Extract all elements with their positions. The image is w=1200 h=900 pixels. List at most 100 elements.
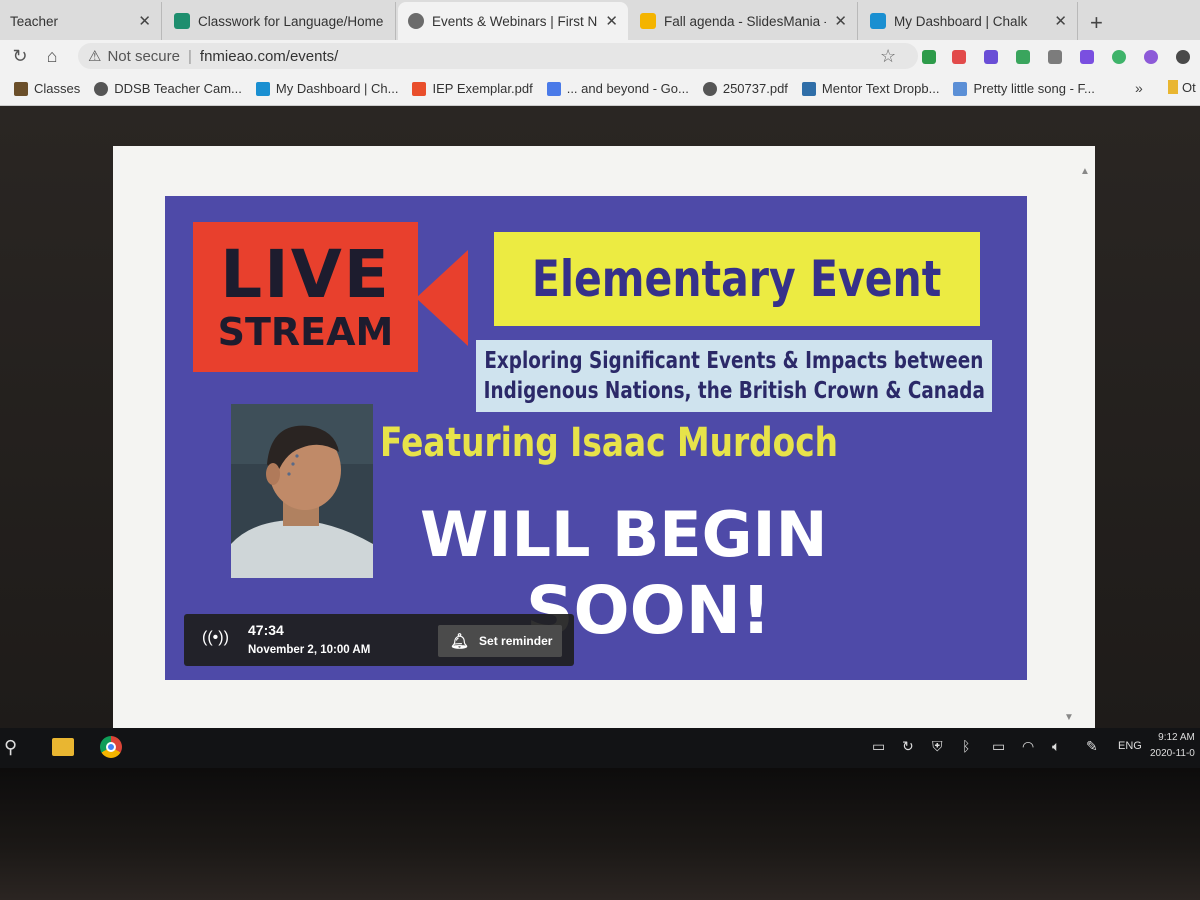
bell-icon: 🔔︎: [450, 633, 470, 650]
extension-icon[interactable]: [1144, 50, 1158, 64]
tab-events-webinars[interactable]: Events & Webinars | First Natio ✕: [398, 2, 628, 40]
bookmark-label: 250737.pdf: [722, 81, 788, 96]
bookmark-and-beyond[interactable]: ... and beyond - Go...: [546, 81, 689, 96]
separator: |: [188, 47, 192, 65]
search-icon[interactable]: ⚲: [4, 737, 17, 758]
bookmark-label: IEP Exemplar.pdf: [432, 81, 533, 96]
warning-icon[interactable]: ⚠: [88, 47, 101, 65]
bookmark-label: My Dashboard | Ch...: [275, 81, 399, 96]
site-icon: [953, 81, 968, 96]
set-reminder-label: Set reminder: [479, 634, 553, 648]
tab-label: My Dashboard | Chalk: [894, 13, 1028, 29]
bookmark-mentor-text[interactable]: Mentor Text Dropb...: [801, 81, 940, 96]
bookmark-dashboard[interactable]: My Dashboard | Ch...: [255, 81, 399, 96]
shield-icon[interactable]: ⛨: [932, 738, 943, 755]
file-explorer-icon[interactable]: [52, 738, 74, 756]
other-bookmarks[interactable]: Ot: [1168, 80, 1196, 95]
tab-my-dashboard[interactable]: My Dashboard | Chalk ✕: [860, 2, 1078, 40]
office-icon: [412, 81, 427, 96]
wifi-icon[interactable]: ◠: [1022, 738, 1034, 755]
scroll-down-icon[interactable]: ▼: [1064, 712, 1074, 723]
bookmark-pretty-little-song[interactable]: Pretty little song - F...: [953, 81, 1095, 96]
extension-icon[interactable]: [1080, 50, 1094, 64]
more-bookmarks-icon[interactable]: »: [1135, 80, 1143, 96]
url-text[interactable]: fnmieao.com/events/: [200, 48, 338, 65]
tab-label: Fall agenda - SlidesMania - Go: [664, 13, 826, 29]
close-icon[interactable]: ✕: [138, 12, 151, 30]
tray-app-icon[interactable]: ▭: [872, 738, 885, 755]
close-icon[interactable]: ✕: [605, 12, 618, 30]
chrome-icon[interactable]: [100, 736, 122, 758]
system-clock[interactable]: 9:12 AM 2020-11-0: [1150, 730, 1195, 762]
live-broadcast-icon: ((•)): [202, 629, 229, 646]
tab-label: Events & Webinars | First Natio: [432, 13, 598, 29]
live-text: LIVE: [220, 236, 391, 313]
tab-classwork[interactable]: Classwork for Language/Home: [164, 2, 396, 40]
bookmark-iep[interactable]: IEP Exemplar.pdf: [412, 81, 533, 96]
bluetooth-icon[interactable]: ᛒ: [962, 738, 970, 754]
speaker-portrait-image: [231, 404, 373, 578]
bookmark-label: Mentor Text Dropb...: [821, 81, 940, 96]
dropbox-icon: [801, 81, 816, 96]
address-bar-row: ↻ ⌂ ⚠ Not secure | fnmieao.com/events/ ☆: [0, 40, 1200, 72]
event-subtitle-box: Exploring Significant Events & Impacts b…: [476, 340, 992, 412]
scheduled-date: November 2, 10:00 AM: [248, 644, 371, 656]
bookmark-label: Classes: [34, 81, 81, 96]
extension-icon[interactable]: [984, 50, 998, 64]
folder-icon: [1168, 80, 1178, 94]
countdown-timer: 47:34: [248, 622, 284, 638]
bookmark-classes[interactable]: Classes: [14, 81, 80, 96]
battery-icon[interactable]: ▭: [992, 738, 1005, 755]
event-title: Elementary Event: [532, 250, 942, 308]
bookmark-label: Pretty little song - F...: [973, 81, 1095, 96]
site-icon: [94, 81, 109, 96]
tab-fall-agenda[interactable]: Fall agenda - SlidesMania - Go ✕: [630, 2, 858, 40]
camera-icon: [416, 250, 468, 346]
security-label[interactable]: Not secure: [107, 48, 180, 65]
set-reminder-button[interactable]: 🔔︎ Set reminder: [438, 625, 562, 657]
live-stream-badge: LIVE STREAM: [193, 222, 418, 372]
sync-icon[interactable]: ↻: [902, 738, 914, 755]
bookmark-label: DDSB Teacher Cam...: [114, 81, 242, 96]
globe-icon: [408, 13, 424, 29]
close-icon[interactable]: ✕: [1054, 12, 1067, 30]
event-subtitle-line1: Exploring Significant Events & Impacts b…: [484, 348, 984, 374]
clock-time: 9:12 AM: [1158, 732, 1195, 743]
bookmark-label: Ot: [1182, 80, 1196, 95]
extension-icon[interactable]: [1016, 50, 1030, 64]
clock-date: 2020-11-0: [1150, 748, 1195, 759]
bookmark-250737[interactable]: 250737.pdf: [702, 81, 788, 96]
home-icon[interactable]: ⌂: [40, 46, 64, 67]
tab-teacher[interactable]: Teacher ✕: [0, 2, 162, 40]
language-indicator[interactable]: ENG: [1118, 740, 1142, 752]
premiere-info-overlay: ((•)) 47:34 November 2, 10:00 AM 🔔︎ Set …: [184, 614, 574, 666]
extension-icon[interactable]: [1048, 50, 1062, 64]
omnibox[interactable]: ⚠ Not secure | fnmieao.com/events/: [78, 43, 918, 69]
pen-icon[interactable]: ✎: [1086, 738, 1098, 755]
volume-muted-icon[interactable]: 🔈︎: [1052, 738, 1060, 755]
stream-text: STREAM: [217, 310, 394, 354]
extension-icon[interactable]: [922, 50, 936, 64]
classroom-icon: [174, 13, 190, 29]
bookmark-ddsb[interactable]: DDSB Teacher Cam...: [94, 81, 242, 96]
bookmark-label: ... and beyond - Go...: [566, 81, 689, 96]
extension-icon[interactable]: [1112, 50, 1126, 64]
laptop-bezel: [0, 768, 1200, 900]
close-icon[interactable]: ✕: [834, 12, 847, 30]
tab-strip: Teacher ✕ Classwork for Language/Home Ev…: [0, 0, 1200, 42]
new-tab-button[interactable]: +: [1090, 10, 1103, 36]
will-begin-text: WILL BEGIN: [420, 498, 828, 571]
globe-icon: [702, 81, 717, 96]
folder-icon: [14, 81, 28, 96]
scroll-up-icon[interactable]: ▲: [1080, 166, 1090, 177]
extension-icon[interactable]: [1176, 50, 1190, 64]
docs-icon: [546, 81, 561, 96]
extension-icon[interactable]: [952, 50, 966, 64]
chalk-icon: [870, 13, 886, 29]
event-title-box: Elementary Event: [494, 232, 980, 326]
tab-label: Classwork for Language/Home: [198, 13, 384, 29]
reload-icon[interactable]: ↻: [8, 46, 32, 67]
bookmark-star-icon[interactable]: ☆: [880, 46, 896, 67]
windows-taskbar: ⚲ ▭ ↻ ⛨ ᛒ ▭ ◠ 🔈︎ ✎ ENG 9:12 AM 2020-11-0: [0, 728, 1200, 768]
event-subtitle-line2: Indigenous Nations, the British Crown & …: [483, 378, 985, 404]
